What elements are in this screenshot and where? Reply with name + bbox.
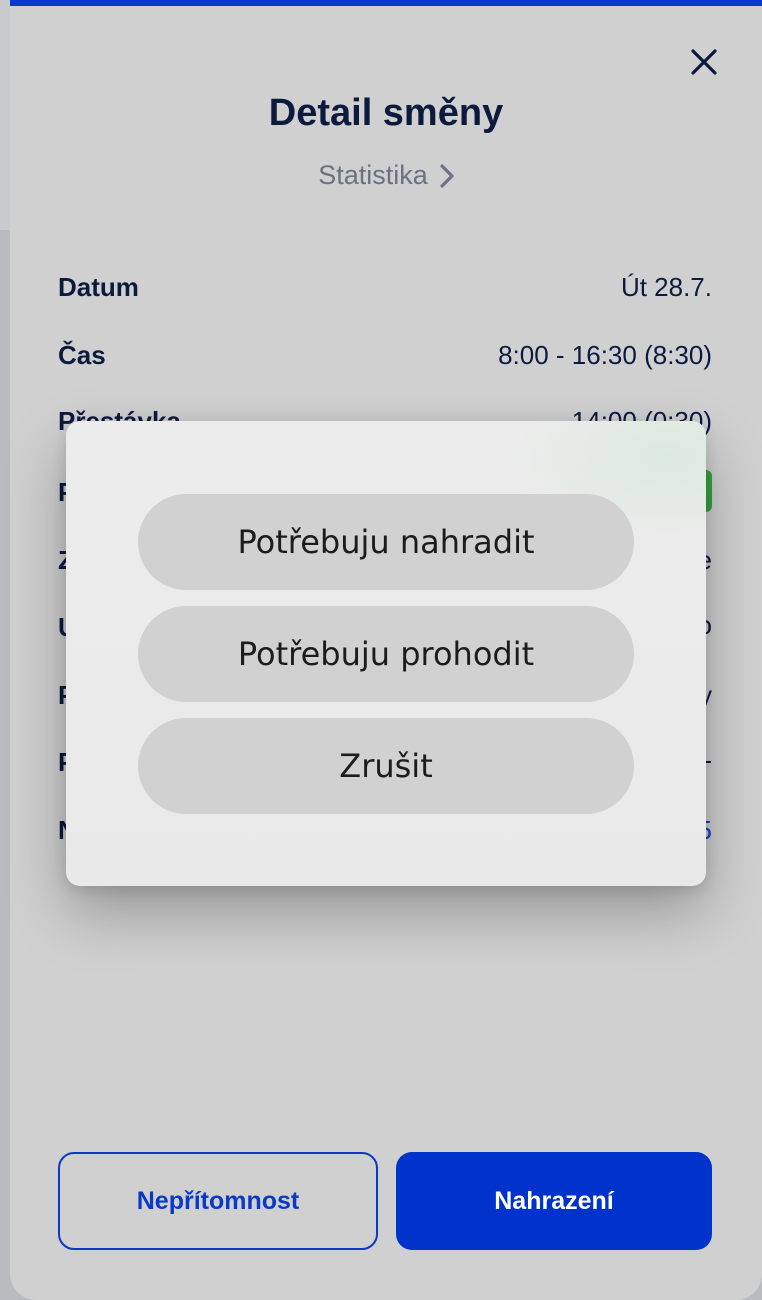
- detail-value: 8:00 - 16:30 (8:30): [498, 340, 712, 370]
- cancel-button[interactable]: Zrušit: [138, 718, 634, 814]
- chevron-right-icon: [440, 163, 454, 188]
- detail-row-time: Čas 8:00 - 16:30 (8:30): [58, 340, 712, 371]
- replacement-button[interactable]: Nahrazení: [396, 1152, 712, 1250]
- absence-button[interactable]: Nepřítomnost: [58, 1152, 378, 1250]
- detail-label: Čas: [58, 340, 106, 370]
- need-swap-button[interactable]: Potřebuju prohodit: [138, 606, 634, 702]
- statistics-link-label: Statistika: [318, 160, 428, 190]
- detail-value: Út 28.7.: [620, 272, 712, 302]
- page-title: Detail směny: [268, 92, 504, 134]
- action-popup: Potřebuju nahradit Potřebuju prohodit Zr…: [66, 421, 706, 886]
- detail-label: Datum: [58, 272, 139, 302]
- close-icon: [691, 49, 717, 75]
- accent-top-bar: [10, 0, 762, 6]
- close-button[interactable]: [686, 44, 722, 80]
- detail-row-date: Datum Út 28.7.: [58, 272, 712, 303]
- statistics-link[interactable]: Statistika: [10, 160, 762, 191]
- need-replacement-button[interactable]: Potřebuju nahradit: [138, 494, 634, 590]
